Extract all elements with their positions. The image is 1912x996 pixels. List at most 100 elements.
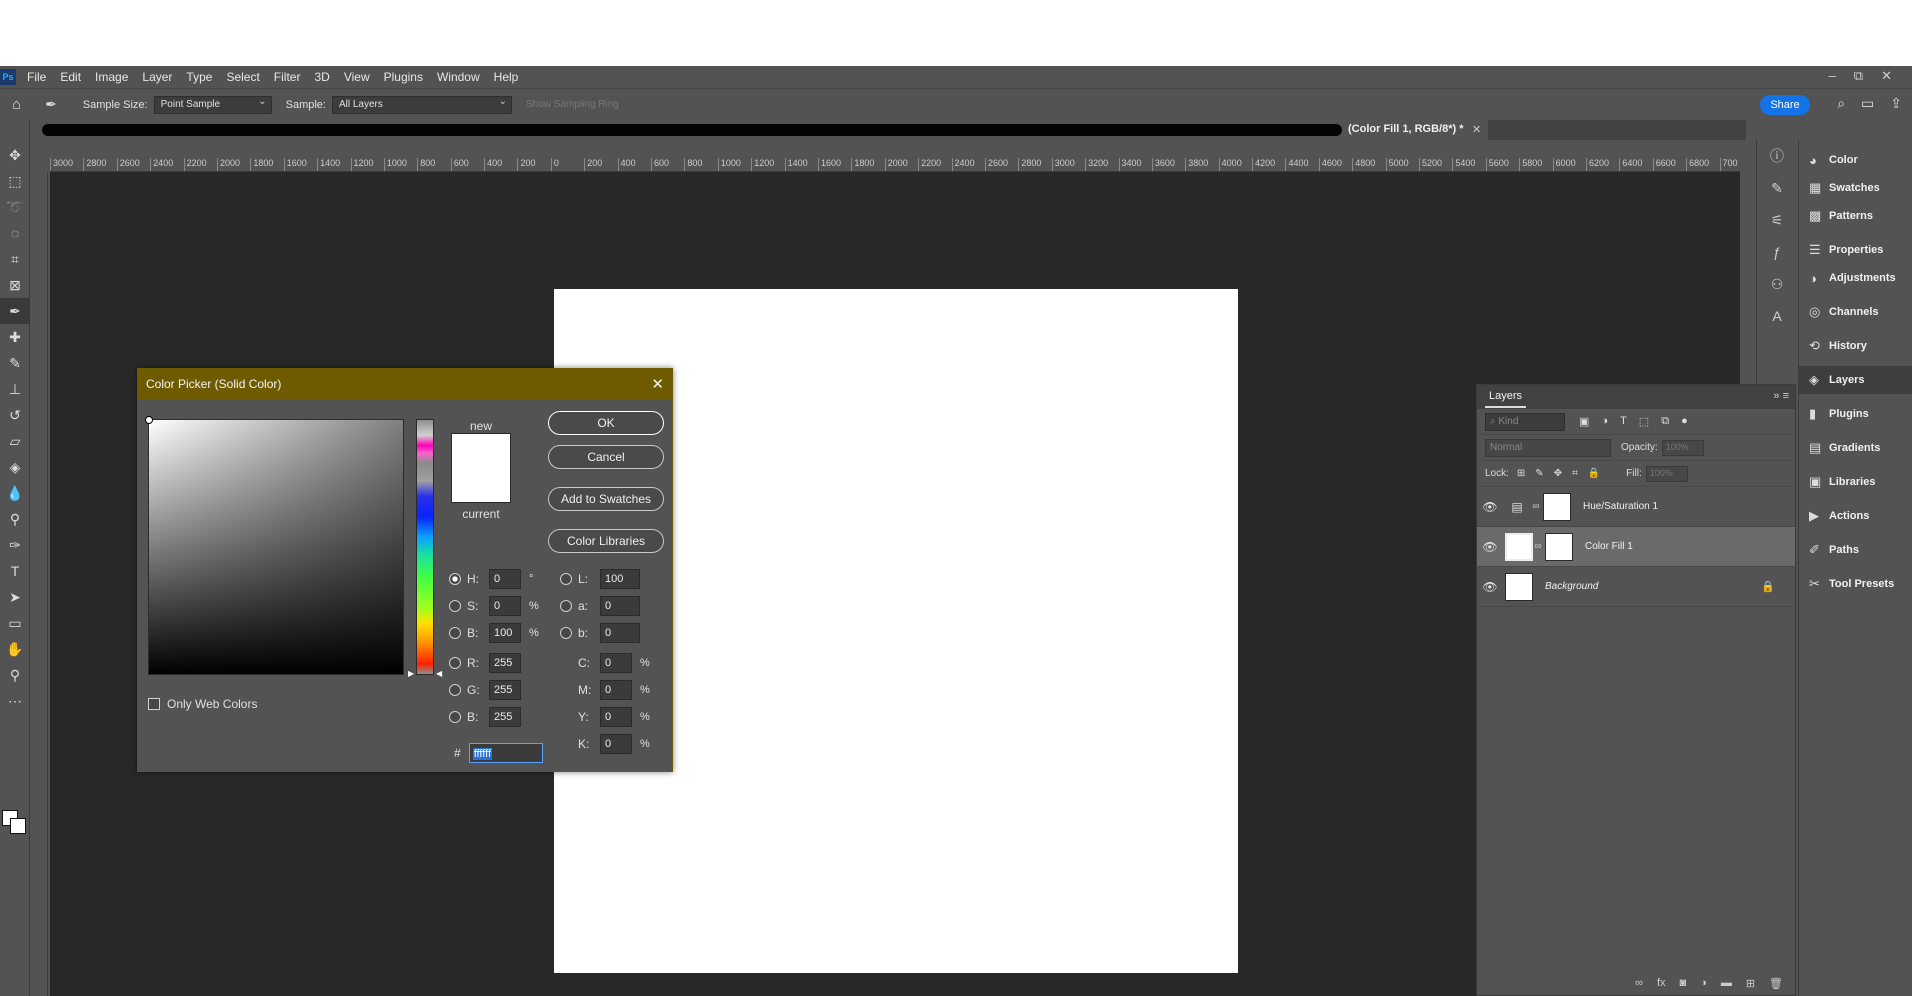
filter-type-icon[interactable]: T — [1620, 415, 1627, 428]
marquee-tool-icon[interactable]: ⬚ — [0, 168, 30, 194]
path-selection-tool-icon[interactable]: ➤ — [0, 584, 30, 610]
share-export-icon[interactable]: ⇪ — [1890, 95, 1902, 112]
hue-slider[interactable] — [416, 419, 434, 675]
eraser-tool-icon[interactable]: ▱ — [0, 428, 30, 454]
lab-b-radio[interactable] — [560, 627, 572, 639]
mask-link-icon[interactable]: ∞ — [1533, 541, 1543, 552]
workspace-icon[interactable]: ▭ — [1861, 95, 1874, 112]
panel-entry-history[interactable]: ⟲ History — [1799, 332, 1912, 360]
blend-mode-select[interactable]: Normal — [1485, 438, 1611, 457]
background-layer-thumbnail[interactable] — [1505, 572, 1533, 601]
green-input[interactable]: 255 — [489, 680, 521, 700]
lab-l-radio[interactable] — [560, 573, 572, 585]
zoom-tool-icon[interactable]: ⚲ — [0, 662, 30, 688]
new-layer-icon[interactable]: ⊞ — [1746, 977, 1755, 990]
paint-bucket-tool-icon[interactable]: ◈ — [0, 454, 30, 480]
filter-smart-icon[interactable]: ⧉ — [1661, 415, 1669, 428]
layer-row-hue-saturation[interactable]: 👁 ▤ ∞ Hue/Saturation 1 — [1477, 487, 1795, 527]
type-tool-icon[interactable]: T — [0, 558, 30, 584]
minimize-icon[interactable]: – — [1829, 68, 1836, 84]
cancel-button[interactable]: Cancel — [548, 445, 664, 469]
kind-filter-select[interactable]: ⌕ Kind — [1485, 412, 1565, 431]
dodge-tool-icon[interactable]: ⚲ — [0, 506, 30, 532]
background-color-swatch[interactable] — [10, 818, 26, 834]
dialog-close-icon[interactable]: ✕ — [651, 375, 664, 393]
hand-tool-icon[interactable]: ✋ — [0, 636, 30, 662]
move-tool-icon[interactable]: ✥ — [0, 142, 30, 168]
menu-filter[interactable]: Filter — [267, 70, 308, 84]
panel-entry-channels[interactable]: ◎ Channels — [1799, 298, 1912, 326]
saturation-radio[interactable] — [449, 600, 461, 612]
menu-edit[interactable]: Edit — [53, 70, 88, 84]
blue-radio[interactable] — [449, 711, 461, 723]
layer-row-background[interactable]: 👁 Background 🔒 — [1477, 567, 1795, 607]
document-tab-close-icon[interactable]: ✕ — [1472, 123, 1481, 136]
lock-all-icon[interactable]: 🔒 — [1588, 468, 1600, 479]
layer-lock-icon[interactable]: 🔒 — [1761, 580, 1775, 593]
hex-input[interactable]: ffffff — [468, 743, 543, 763]
magenta-input[interactable]: 0 — [600, 680, 632, 700]
show-sampling-ring-checkbox[interactable]: Show Sampling Ring — [526, 99, 619, 110]
blue-input[interactable]: 255 — [489, 707, 521, 727]
color-field-cursor[interactable] — [145, 416, 153, 424]
panel-entry-tool-presets[interactable]: ✂ Tool Presets — [1799, 570, 1912, 598]
history-brush-tool-icon[interactable]: ↺ — [0, 402, 30, 428]
document-tab[interactable]: (Color Fill 1, RGB/8*) * ✕ — [36, 120, 1488, 140]
link-layers-icon[interactable]: ∞ — [1635, 977, 1643, 989]
saturation-input[interactable]: 0 — [489, 596, 521, 616]
menu-help[interactable]: Help — [487, 70, 526, 84]
panel-entry-layers[interactable]: ◈ Layers — [1799, 366, 1912, 394]
visibility-eye-icon[interactable]: 👁 — [1477, 580, 1503, 594]
panel-entry-plugins[interactable]: ▮ Plugins — [1799, 400, 1912, 428]
filter-adjustment-icon[interactable]: ◑ — [1601, 415, 1608, 428]
opacity-input[interactable]: 100% — [1661, 439, 1704, 456]
close-window-icon[interactable]: ✕ — [1881, 68, 1892, 84]
panel-entry-gradients[interactable]: ▤ Gradients — [1799, 434, 1912, 462]
rectangle-tool-icon[interactable]: ▭ — [0, 610, 30, 636]
menu-plugins[interactable]: Plugins — [377, 70, 430, 84]
quick-select-tool-icon[interactable]: ◌ — [0, 220, 30, 246]
eyedropper-preset-icon[interactable]: ✒ — [45, 96, 57, 113]
only-web-colors-checkbox[interactable] — [148, 698, 160, 710]
lock-image-icon[interactable]: ✎ — [1535, 468, 1543, 479]
blur-tool-icon[interactable]: 💧 — [0, 480, 30, 506]
lab-b-input[interactable]: 0 — [600, 623, 640, 643]
add-mask-icon[interactable]: ◙ — [1680, 977, 1687, 989]
comps-icon[interactable]: ⚇ — [1757, 268, 1797, 300]
brush-tool-icon[interactable]: ✎ — [0, 350, 30, 376]
pen-tool-icon[interactable]: ✑ — [0, 532, 30, 558]
lock-transparent-icon[interactable]: ⊞ — [1517, 468, 1525, 479]
layer-mask-thumbnail[interactable] — [1543, 492, 1571, 521]
lock-artboard-icon[interactable]: ⌗ — [1572, 468, 1578, 479]
hue-radio[interactable] — [449, 573, 461, 585]
lab-l-input[interactable]: 100 — [600, 569, 640, 589]
filter-toggle-icon[interactable]: ● — [1681, 415, 1688, 428]
menu-image[interactable]: Image — [88, 70, 135, 84]
layers-tab[interactable]: Layers — [1485, 386, 1527, 408]
eyedropper-tool-icon[interactable]: ✒ — [0, 298, 30, 324]
lock-position-icon[interactable]: ✥ — [1554, 468, 1562, 479]
new-group-icon[interactable]: ▬ — [1721, 977, 1732, 989]
panel-entry-properties[interactable]: ☰ Properties — [1799, 236, 1912, 264]
menu-layer[interactable]: Layer — [135, 70, 179, 84]
green-radio[interactable] — [449, 684, 461, 696]
healing-brush-tool-icon[interactable]: ✚ — [0, 324, 30, 350]
search-icon[interactable]: ⌕ — [1837, 95, 1845, 112]
visibility-eye-icon[interactable]: 👁 — [1477, 540, 1503, 554]
visibility-eye-icon[interactable]: 👁 — [1477, 500, 1503, 514]
lasso-tool-icon[interactable]: ➰ — [0, 194, 30, 220]
cyan-input[interactable]: 0 — [600, 653, 632, 673]
hue-input[interactable]: 0 — [489, 569, 521, 589]
panel-entry-color[interactable]: ◕ Color — [1799, 146, 1912, 174]
color-libraries-button[interactable]: Color Libraries — [548, 529, 664, 553]
fill-layer-thumbnail[interactable] — [1505, 532, 1533, 561]
saturation-brightness-field[interactable] — [145, 416, 404, 675]
hue-slider-arrow-left[interactable]: ▶ — [408, 669, 414, 678]
filter-pixel-icon[interactable]: ▣ — [1579, 415, 1589, 428]
add-to-swatches-button[interactable]: Add to Swatches — [548, 487, 664, 511]
ok-button[interactable]: OK — [548, 411, 664, 435]
menu-file[interactable]: File — [20, 70, 53, 84]
sample-size-select[interactable]: Point Sample — [153, 95, 272, 114]
menu-view[interactable]: View — [337, 70, 377, 84]
lab-a-input[interactable]: 0 — [600, 596, 640, 616]
